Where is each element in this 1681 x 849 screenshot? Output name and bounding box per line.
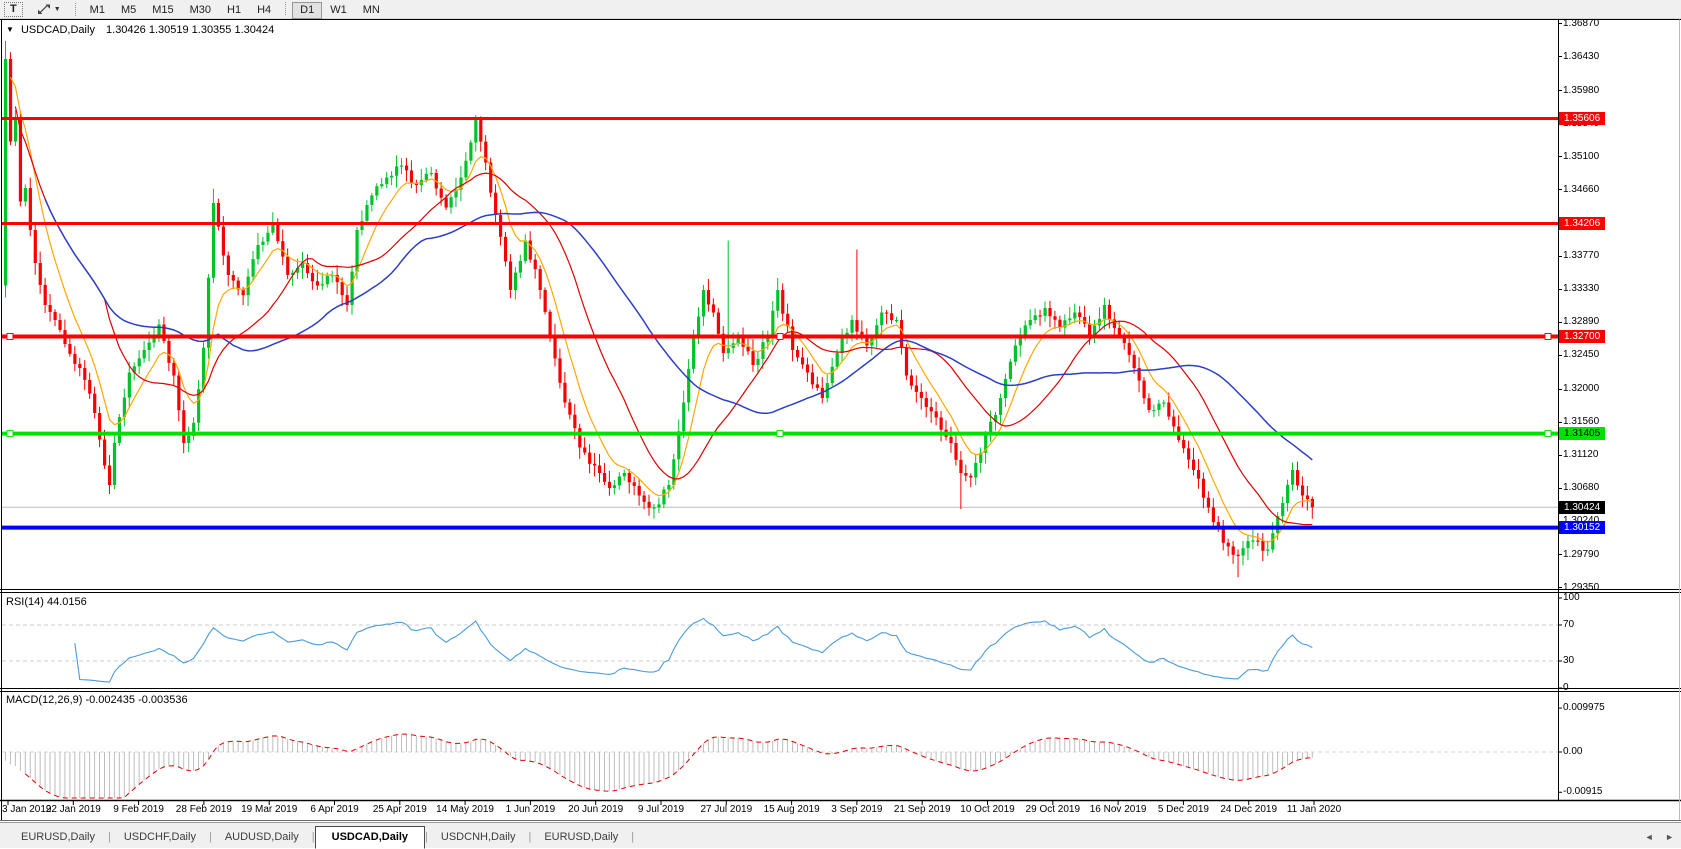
date-axis-label: 24 Dec 2019 [1220, 804, 1277, 815]
price-axis-tick [1558, 156, 1562, 157]
timeframe-button-m5[interactable]: M5 [113, 2, 144, 19]
timeframe-button-d1[interactable]: D1 [292, 2, 322, 19]
date-axis-label: 1 Jun 2019 [506, 804, 556, 815]
price-axis-label: 1.35980 [1563, 85, 1599, 97]
price-axis-tick [1558, 56, 1562, 57]
price-axis-label: 1.34660 [1563, 184, 1599, 196]
date-axis-label: 10 Oct 2019 [960, 804, 1014, 815]
tab-divider: | [631, 831, 634, 848]
date-axis-label: 14 May 2019 [436, 804, 494, 815]
macd-label: MACD(12,26,9) -0.002435 -0.003536 [6, 694, 188, 706]
rsi-axis-label: 30 [1563, 655, 1574, 666]
date-axis-label: 9 Feb 2019 [113, 804, 164, 815]
price-axis-label: 1.29790 [1563, 549, 1599, 561]
chart-tab-usdcnh[interactable]: USDCNH,Daily [428, 827, 529, 848]
date-axis-label: 28 Feb 2019 [176, 804, 232, 815]
price-axis-label: 1.36430 [1563, 51, 1599, 63]
date-axis-label: 5 Dec 2019 [1158, 804, 1209, 815]
date-axis-label: 29 Oct 2019 [1026, 804, 1080, 815]
price-axis-label: 1.33770 [1563, 250, 1599, 262]
chart-tabs: EURUSD,Daily|USDCHF,Daily|AUDUSD,Daily|U… [8, 826, 634, 848]
chart-tab-usdcad-active[interactable]: USDCAD,Daily [315, 826, 425, 849]
price-axis-tick [1558, 455, 1562, 456]
hline-price-badge: 1.35606 [1559, 112, 1605, 125]
price-axis-label: 1.32000 [1563, 383, 1599, 395]
date-axis-label: 9 Jul 2019 [638, 804, 684, 815]
date-axis-label: 11 Jan 2020 [1287, 804, 1341, 815]
date-axis-label: 25 Apr 2019 [373, 804, 427, 815]
price-axis-label: 1.32890 [1563, 316, 1599, 328]
price-axis-label: 1.30680 [1563, 482, 1599, 494]
chart-tab-eurusd[interactable]: EURUSD,Daily [531, 827, 631, 848]
rsi-axis-label: 100 [1563, 592, 1580, 603]
timeframe-button-h1[interactable]: H1 [219, 2, 249, 19]
price-axis-tick [1558, 289, 1562, 290]
chart-title-symbol: USDCAD,Daily [21, 24, 95, 36]
chart-tabstrip: EURUSD,Daily|USDCHF,Daily|AUDUSD,Daily|U… [0, 822, 1681, 848]
price-axis-tick [1558, 90, 1562, 91]
current-price-badge: 1.30424 [1559, 501, 1605, 514]
tab-scroll-left-button[interactable]: ◄ [1645, 832, 1654, 842]
chevron-down-icon: ▼ [54, 3, 61, 16]
date-axis-label: 22 Jan 2019 [46, 804, 101, 815]
date-axis-label: 27 Jul 2019 [700, 804, 752, 815]
price-axis-tick [1558, 256, 1562, 257]
date-axis-label: 6 Apr 2019 [310, 804, 358, 815]
price-axis-label: 1.31120 [1563, 449, 1598, 461]
price-axis-tick [1558, 488, 1562, 489]
tab-scroll-buttons: ◄ ► [1636, 832, 1674, 842]
toolbar-separator [285, 2, 286, 15]
text-tool-button[interactable]: T [4, 2, 23, 17]
arrows-tool-button[interactable]: ▼ [29, 1, 69, 18]
date-axis-label: 21 Sep 2019 [894, 804, 951, 815]
rsi-axis-label: 70 [1563, 619, 1574, 630]
price-axis-label: 1.36870 [1563, 18, 1599, 30]
price-axis-tick [1558, 389, 1562, 390]
hline-price-badge: 1.31405 [1559, 427, 1605, 440]
symbol-dropdown-icon[interactable]: ▼ [6, 25, 14, 34]
hline-price-badge: 1.34206 [1559, 217, 1605, 230]
date-axis-label: 20 Jun 2019 [568, 804, 623, 815]
price-axis-label: 1.32450 [1563, 349, 1599, 361]
chart-tab-audusd[interactable]: AUDUSD,Daily [212, 827, 312, 848]
chart-title: ▼ USDCAD,Daily 1.30426 1.30519 1.30355 1… [6, 24, 274, 36]
date-axis-label: 15 Aug 2019 [764, 804, 820, 815]
tab-scroll-right-button[interactable]: ► [1665, 832, 1674, 842]
timeframe-button-mn[interactable]: MN [355, 2, 388, 19]
arrows-icon [37, 3, 51, 16]
date-axis-label: 3 Sep 2019 [831, 804, 882, 815]
price-axis-tick [1558, 322, 1562, 323]
macd-axis-label: 0.00 [1563, 746, 1582, 757]
price-axis-tick [1558, 587, 1562, 588]
chart-tab-eurusd[interactable]: EURUSD,Daily [8, 827, 108, 848]
timeframe-button-m30[interactable]: M30 [182, 2, 219, 19]
hline-price-badge: 1.30152 [1559, 521, 1605, 534]
rsi-label: RSI(14) 44.0156 [6, 596, 87, 608]
chart-tab-usdchf[interactable]: USDCHF,Daily [111, 827, 209, 848]
price-axis-label: 1.33330 [1563, 283, 1599, 295]
date-axis-label: 16 Nov 2019 [1090, 804, 1147, 815]
price-axis-label: 1.35100 [1563, 151, 1599, 163]
timeframe-button-m1[interactable]: M1 [82, 2, 113, 19]
main-toolbar: T ▼ M1M5M15M30H1H4 D1W1MN [0, 0, 1681, 19]
date-axis-label: 19 Mar 2019 [241, 804, 297, 815]
chart-canvas[interactable] [0, 0, 1681, 822]
price-axis-tick [1558, 422, 1562, 423]
price-axis-tick [1558, 355, 1562, 356]
toolbar-separator [75, 3, 76, 16]
date-axis-label: 3 Jan 2019 [2, 804, 52, 815]
price-axis-tick [1558, 554, 1562, 555]
timeframe-button-h4[interactable]: H4 [249, 2, 279, 19]
hline-price-badge: 1.32700 [1559, 330, 1605, 343]
price-axis-tick [1558, 189, 1562, 190]
macd-axis-label: 0.009975 [1563, 702, 1605, 713]
chart-title-ohlc: 1.30426 1.30519 1.30355 1.30424 [106, 24, 274, 36]
timeframe-buttons: M1M5M15M30H1H4 D1W1MN [82, 0, 388, 19]
timeframe-button-m15[interactable]: M15 [144, 2, 181, 19]
timeframe-button-w1[interactable]: W1 [322, 2, 355, 19]
macd-axis-label: -0.00915 [1563, 786, 1602, 797]
price-axis-tick [1558, 23, 1562, 24]
rsi-axis-label: 0 [1563, 682, 1569, 693]
